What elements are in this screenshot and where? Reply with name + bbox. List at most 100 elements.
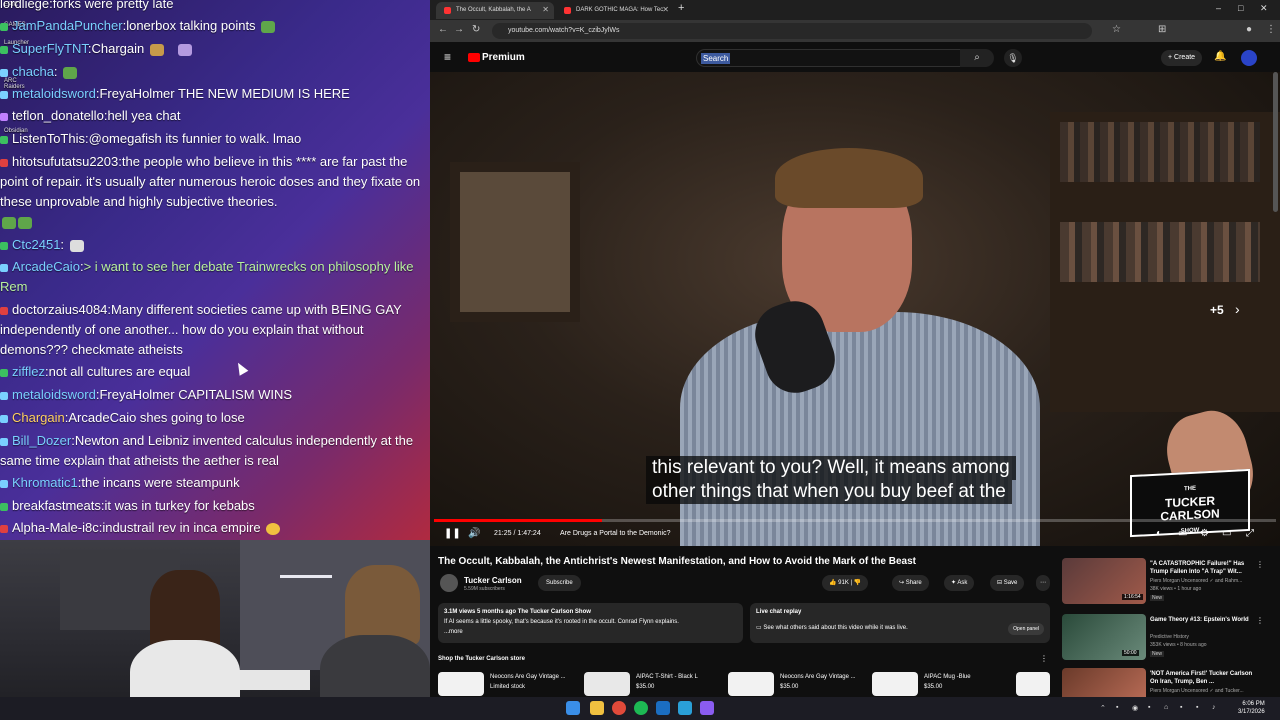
subscribe-button[interactable]: Subscribe — [538, 575, 581, 591]
tray-app-icon[interactable]: ◉ — [1132, 704, 1138, 712]
recommended-channel: Piers Morgan Uncensored ✓ and Rahm... — [1150, 578, 1243, 584]
file-explorer-icon[interactable] — [590, 701, 604, 715]
chat-username[interactable]: teflon_donatello — [12, 108, 104, 123]
hamburger-menu-icon[interactable]: ≡ — [444, 50, 451, 64]
chat-username[interactable]: hitotsufutatsu2203 — [12, 154, 118, 169]
menu-icon[interactable]: ⋮ — [1266, 24, 1276, 35]
store-product[interactable]: Neocons Are Gay Vintage ... Limited stoc… — [438, 672, 578, 696]
video-player[interactable]: +5 › this relevant to you? Well, it mean… — [430, 72, 1280, 546]
emote-icon — [266, 522, 281, 535]
close-window-button[interactable]: ✕ — [1260, 3, 1268, 14]
back-icon[interactable]: ← — [438, 24, 448, 35]
product-price: Limited stock — [490, 684, 526, 690]
chat-username[interactable]: Alpha-Male-i8c — [12, 520, 99, 535]
url-field[interactable]: youtube.com/watch?v=K_czibJylWs — [492, 23, 1092, 39]
chat-username[interactable]: JamPandaPuncher — [12, 18, 123, 33]
chat-username[interactable]: ListenToThis — [12, 131, 85, 146]
network-icon[interactable]: ⌂ — [1164, 704, 1168, 711]
theater-mode-icon[interactable]: ▭ — [1222, 528, 1231, 539]
close-tab-icon[interactable]: ✕ — [662, 5, 669, 14]
microphone-icon[interactable]: 🎙 — [1004, 49, 1022, 67]
video-menu-icon[interactable]: ⋮ — [1256, 560, 1264, 569]
like-button[interactable]: 👍 91K | 👎 — [822, 575, 869, 591]
system-clock[interactable]: 6:06 PM 3/17/2026 — [1238, 700, 1265, 716]
volume-icon[interactable]: 🔊 — [468, 528, 480, 539]
tab-inactive[interactable]: DARK GOTHIC MAGA: How Tec ✕ — [556, 2, 674, 19]
chevron-right-icon[interactable]: › — [1235, 301, 1240, 317]
reload-icon[interactable]: ↻ — [472, 24, 480, 35]
tray-app-icon[interactable]: ▪ — [1116, 704, 1118, 711]
tray-app-icon[interactable]: ▪ — [1196, 704, 1198, 711]
tray-app-icon[interactable]: ▪ — [1180, 704, 1182, 711]
chat-username[interactable]: chacha — [12, 64, 54, 79]
account-avatar[interactable] — [1241, 50, 1257, 66]
chat-username[interactable]: Bill_Dozer — [12, 433, 71, 448]
more-actions-icon[interactable]: ⋯ — [1036, 575, 1050, 591]
start-menu-icon[interactable] — [566, 701, 580, 715]
profile-icon[interactable]: ● — [1246, 24, 1252, 35]
progress-bar[interactable] — [434, 519, 1276, 522]
channel-avatar[interactable] — [440, 574, 458, 592]
video-menu-icon[interactable]: ⋮ — [1256, 616, 1264, 625]
caption-line: other things that when you buy beef at t… — [646, 480, 1012, 504]
share-button[interactable]: ↪ Share — [892, 575, 929, 591]
steam-icon[interactable] — [656, 701, 670, 715]
store-menu-icon[interactable]: ⋮ — [1040, 654, 1048, 663]
telegram-icon[interactable] — [678, 701, 692, 715]
tray-chevron-icon[interactable]: ⌃ — [1100, 704, 1106, 712]
tab-active[interactable]: The Occult, Kabbalah, the A ✕ — [436, 2, 554, 19]
store-product[interactable]: Neocons Are Gay Vintage ... $35.00 — [728, 672, 868, 696]
chat-username[interactable]: Khromatic1 — [12, 475, 78, 490]
more-link[interactable]: ...more — [444, 627, 737, 637]
obsidian-icon[interactable] — [700, 701, 714, 715]
create-button[interactable]: + Create — [1161, 50, 1203, 66]
chat-username[interactable]: Chargain — [12, 410, 65, 425]
forward-icon[interactable]: → — [454, 24, 464, 35]
new-tab-icon[interactable]: + — [678, 2, 684, 14]
settings-gear-icon[interactable]: ⚙ — [1200, 528, 1209, 539]
close-tab-icon[interactable]: ✕ — [542, 5, 549, 14]
search-icon[interactable]: ⌕ — [960, 49, 994, 67]
recommended-video[interactable]: 'NOT America First!' Tucker Carlson On I… — [1060, 668, 1270, 697]
chat-username[interactable]: doctorzaius4084 — [12, 302, 107, 317]
spotify-icon[interactable] — [634, 701, 648, 715]
tray-app-icon[interactable]: ▪ — [1148, 704, 1150, 711]
open-panel-button[interactable]: Open panel — [1008, 623, 1044, 635]
minimize-button[interactable]: – — [1216, 3, 1221, 13]
pause-icon[interactable]: ❚❚ — [444, 528, 461, 539]
youtube-logo-icon[interactable] — [468, 53, 480, 62]
ask-button[interactable]: ✦ Ask — [944, 575, 975, 591]
volume-tray-icon[interactable]: ♪ — [1212, 704, 1216, 711]
bookmark-star-icon[interactable]: ☆ — [1112, 24, 1121, 35]
store-product[interactable]: AIPAC T-Shirt - Black L $35.00 — [584, 672, 724, 696]
emote-icon — [149, 43, 164, 56]
store-product[interactable] — [1016, 672, 1050, 696]
chat-username[interactable]: ArcadeCaio — [12, 259, 80, 274]
chrome-icon[interactable] — [612, 701, 626, 715]
chapter-title[interactable]: Are Drugs a Portal to the Demonic? — [560, 530, 671, 537]
chat-username[interactable]: breakfastmeats — [12, 498, 101, 513]
chat-username[interactable]: Ctc2451 — [12, 237, 60, 252]
chat-username[interactable]: metaloidsword — [12, 86, 96, 101]
extensions-icon[interactable]: ⊞ — [1158, 24, 1166, 35]
recommended-video[interactable]: 50:00 Game Theory #13: Epstein's World P… — [1060, 614, 1270, 662]
recommended-video[interactable]: 1:16:54 "A CATASTROPHIC Failure!" Has Tr… — [1060, 558, 1270, 606]
save-button[interactable]: ⊟ Save — [990, 575, 1025, 591]
autoplay-toggle-icon[interactable]: ◐ — [1156, 528, 1162, 539]
skip-forward-label[interactable]: +5 — [1210, 303, 1224, 317]
search-input[interactable]: Search — [696, 49, 986, 67]
video-duration: 1:16:54 — [1122, 594, 1143, 600]
chat-username[interactable]: SuperFlyTNT — [12, 41, 88, 56]
youtube-premium-logo[interactable]: Premium — [482, 52, 525, 63]
chat-username[interactable]: lordliege — [0, 0, 49, 11]
channel-name[interactable]: Tucker Carlson — [464, 576, 522, 585]
fullscreen-icon[interactable]: ⤢ — [1246, 528, 1254, 539]
notifications-bell-icon[interactable]: 🔔 — [1214, 51, 1226, 62]
chat-username[interactable]: zifflez — [12, 364, 45, 379]
description-box[interactable]: 3.1M views 5 months ago The Tucker Carls… — [438, 603, 743, 643]
maximize-button[interactable]: □ — [1238, 3, 1243, 13]
store-product[interactable]: AIPAC Mug -Blue $35.00 — [872, 672, 1012, 696]
captions-icon[interactable]: ▭ — [1178, 528, 1187, 539]
page-scrollbar[interactable] — [1273, 72, 1278, 212]
chat-username[interactable]: metaloidsword — [12, 387, 96, 402]
